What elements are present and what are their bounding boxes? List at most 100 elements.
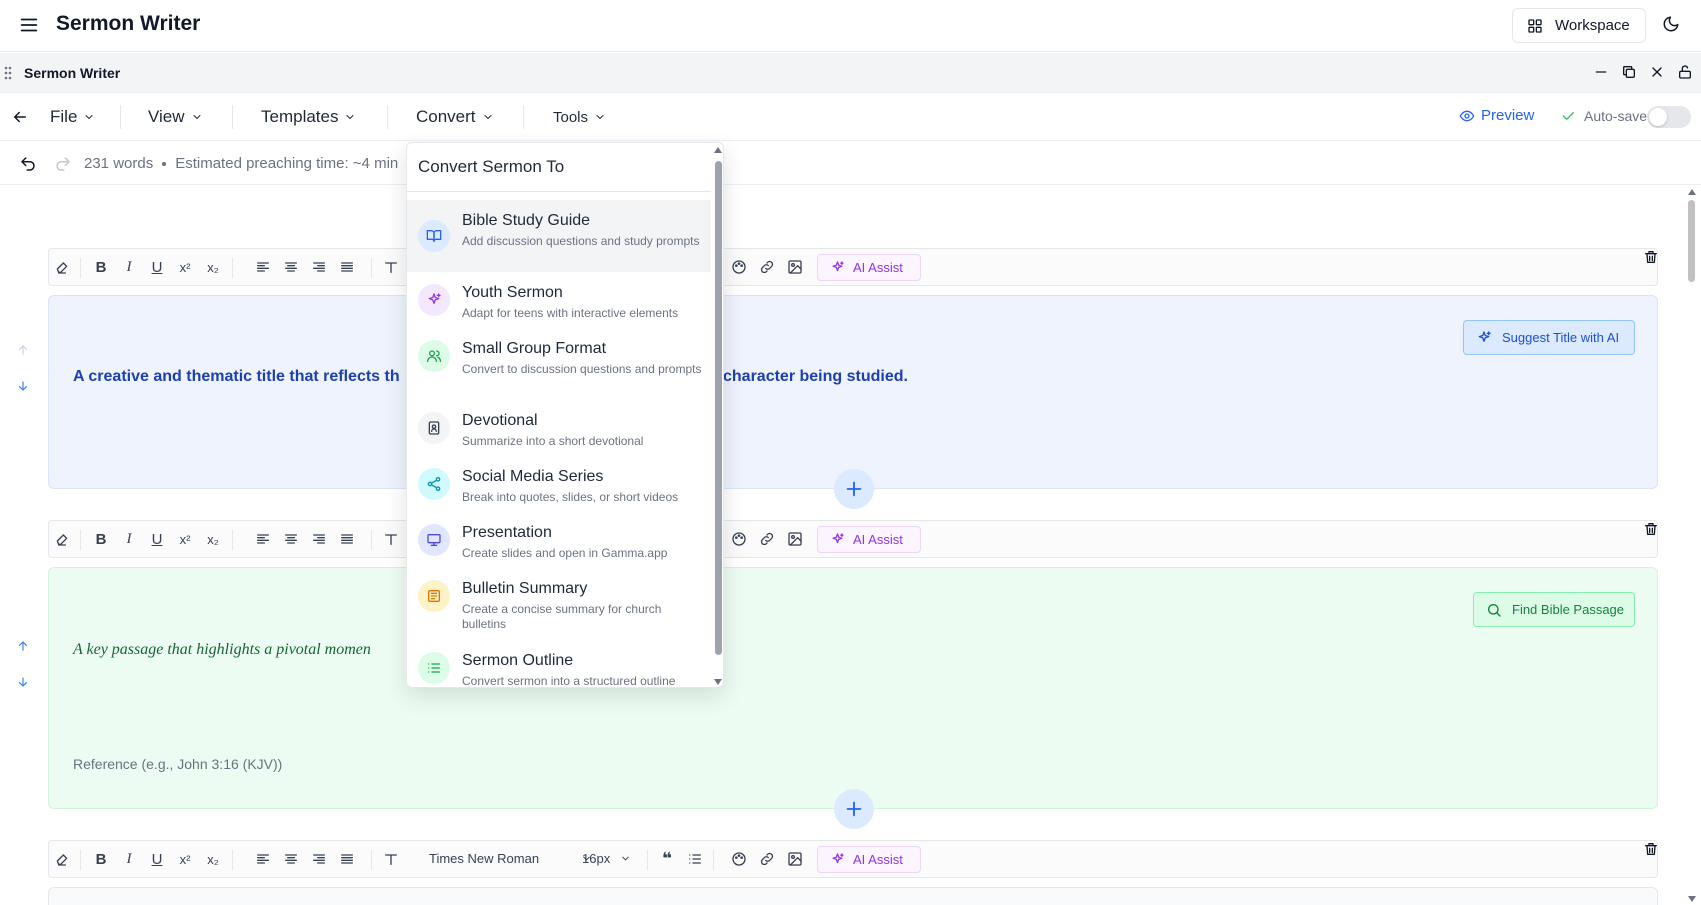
menu-file[interactable]: File bbox=[50, 106, 95, 128]
align-center-icon[interactable] bbox=[283, 259, 299, 275]
image-icon[interactable] bbox=[787, 851, 803, 867]
menu-templates[interactable]: Templates bbox=[261, 106, 356, 128]
text-type-icon[interactable] bbox=[383, 851, 399, 867]
align-center-icon[interactable] bbox=[283, 531, 299, 547]
underline-icon[interactable]: U bbox=[149, 851, 165, 868]
convert-bible-study-guide[interactable]: Bible Study Guide Add discussion questio… bbox=[407, 200, 711, 272]
arrow-up-icon[interactable] bbox=[16, 343, 30, 357]
convert-devotional[interactable]: Devotional Summarize into a short devoti… bbox=[407, 400, 711, 456]
arrow-down-icon[interactable] bbox=[16, 379, 30, 393]
autosave-toggle[interactable] bbox=[1647, 106, 1691, 128]
image-icon[interactable] bbox=[787, 531, 803, 547]
moon-icon[interactable] bbox=[1662, 15, 1682, 35]
hamburger-menu-icon[interactable] bbox=[18, 14, 40, 36]
italic-icon[interactable]: I bbox=[121, 259, 137, 275]
align-justify-icon[interactable] bbox=[339, 531, 355, 547]
drag-handle-icon[interactable] bbox=[3, 65, 13, 81]
trash-icon[interactable] bbox=[1643, 841, 1659, 857]
align-center-icon[interactable] bbox=[283, 851, 299, 867]
align-justify-icon[interactable] bbox=[339, 851, 355, 867]
unlock-icon[interactable] bbox=[1677, 64, 1695, 82]
workspace-button[interactable]: Workspace bbox=[1512, 8, 1646, 43]
arrow-left-icon[interactable] bbox=[11, 108, 29, 126]
scroll-down-arrow[interactable] bbox=[1688, 896, 1696, 902]
eraser-icon[interactable] bbox=[54, 531, 70, 547]
reference-placeholder[interactable]: Reference (e.g., John 3:16 (KJV)) bbox=[73, 756, 282, 772]
window-titlebar: Sermon Writer bbox=[0, 53, 1701, 93]
subscript-icon[interactable]: x₂ bbox=[205, 851, 221, 867]
arrow-up-icon[interactable] bbox=[16, 639, 30, 653]
font-family-select[interactable]: Times New Roman bbox=[429, 851, 592, 866]
convert-bulletin-summary[interactable]: Bulletin Summary Create a concise summar… bbox=[407, 568, 711, 640]
scroll-down-arrow[interactable] bbox=[714, 679, 722, 685]
superscript-icon[interactable]: x² bbox=[177, 851, 193, 867]
align-left-icon[interactable] bbox=[255, 531, 271, 547]
preview-button[interactable]: Preview bbox=[1459, 107, 1534, 124]
link-icon[interactable] bbox=[759, 259, 775, 275]
bold-icon[interactable]: B bbox=[93, 531, 109, 548]
arrow-down-icon[interactable] bbox=[16, 675, 30, 689]
editor-scrollbar[interactable] bbox=[1685, 186, 1699, 905]
eraser-icon[interactable] bbox=[54, 851, 70, 867]
scrollbar-thumb[interactable] bbox=[1688, 200, 1695, 282]
redo-icon[interactable] bbox=[54, 155, 72, 173]
subscript-icon[interactable]: x₂ bbox=[205, 259, 221, 275]
text-type-icon[interactable] bbox=[383, 259, 399, 275]
title-placeholder[interactable]: A creative and thematic title that refle… bbox=[73, 368, 908, 386]
add-block-button[interactable] bbox=[834, 469, 874, 509]
text-type-icon[interactable] bbox=[383, 531, 399, 547]
ai-assist-button[interactable]: AI Assist bbox=[817, 846, 921, 873]
menu-view[interactable]: View bbox=[148, 106, 203, 128]
eraser-icon[interactable] bbox=[54, 259, 70, 275]
align-left-icon[interactable] bbox=[255, 851, 271, 867]
align-left-icon[interactable] bbox=[255, 259, 271, 275]
trash-icon[interactable] bbox=[1643, 249, 1659, 265]
passage-placeholder[interactable]: A key passage that highlights a pivotal … bbox=[73, 641, 371, 659]
align-right-icon[interactable] bbox=[311, 851, 327, 867]
align-justify-icon[interactable] bbox=[339, 259, 355, 275]
find-bible-passage-button[interactable]: Find Bible Passage bbox=[1473, 592, 1635, 627]
add-block-button[interactable] bbox=[834, 789, 874, 829]
italic-icon[interactable]: I bbox=[121, 531, 137, 547]
quote-icon[interactable]: ❝ bbox=[659, 849, 675, 868]
menu-convert[interactable]: Convert bbox=[416, 106, 494, 128]
convert-sermon-outline[interactable]: Sermon Outline Convert sermon into a str… bbox=[407, 640, 711, 687]
trash-icon[interactable] bbox=[1643, 521, 1659, 537]
dropdown-scrollbar[interactable] bbox=[711, 143, 723, 687]
palette-icon[interactable] bbox=[731, 851, 747, 867]
scroll-up-arrow[interactable] bbox=[714, 147, 722, 153]
underline-icon[interactable]: U bbox=[149, 531, 165, 548]
bold-icon[interactable]: B bbox=[93, 851, 109, 868]
menu-tools[interactable]: Tools bbox=[553, 106, 606, 128]
ai-assist-button[interactable]: AI Assist bbox=[817, 254, 921, 281]
link-icon[interactable] bbox=[759, 851, 775, 867]
workspace-label: Workspace bbox=[1555, 17, 1630, 34]
align-right-icon[interactable] bbox=[311, 259, 327, 275]
convert-youth-sermon[interactable]: Youth Sermon Adapt for teens with intera… bbox=[407, 272, 711, 327]
menu-convert-label: Convert bbox=[416, 107, 476, 126]
superscript-icon[interactable]: x² bbox=[177, 259, 193, 275]
ai-assist-button[interactable]: AI Assist bbox=[817, 526, 921, 553]
close-icon[interactable] bbox=[1649, 64, 1667, 82]
list-icon[interactable] bbox=[687, 851, 703, 867]
italic-icon[interactable]: I bbox=[121, 851, 137, 867]
superscript-icon[interactable]: x² bbox=[177, 531, 193, 547]
image-icon[interactable] bbox=[787, 259, 803, 275]
palette-icon[interactable] bbox=[731, 531, 747, 547]
minimize-icon[interactable] bbox=[1593, 64, 1611, 82]
link-icon[interactable] bbox=[759, 531, 775, 547]
convert-small-group-format[interactable]: Small Group Format Convert to discussion… bbox=[407, 328, 711, 400]
font-size-select[interactable]: 16px bbox=[582, 851, 631, 866]
scroll-up-arrow[interactable] bbox=[1688, 189, 1696, 195]
underline-icon[interactable]: U bbox=[149, 259, 165, 276]
scrollbar-thumb[interactable] bbox=[715, 161, 722, 655]
bold-icon[interactable]: B bbox=[93, 259, 109, 276]
convert-presentation[interactable]: Presentation Create slides and open in G… bbox=[407, 512, 711, 568]
suggest-title-button[interactable]: Suggest Title with AI bbox=[1463, 320, 1635, 355]
maximize-icon[interactable] bbox=[1621, 64, 1639, 82]
undo-icon[interactable] bbox=[19, 155, 37, 173]
convert-social-media-series[interactable]: Social Media Series Break into quotes, s… bbox=[407, 456, 711, 512]
subscript-icon[interactable]: x₂ bbox=[205, 531, 221, 547]
palette-icon[interactable] bbox=[731, 259, 747, 275]
align-right-icon[interactable] bbox=[311, 531, 327, 547]
